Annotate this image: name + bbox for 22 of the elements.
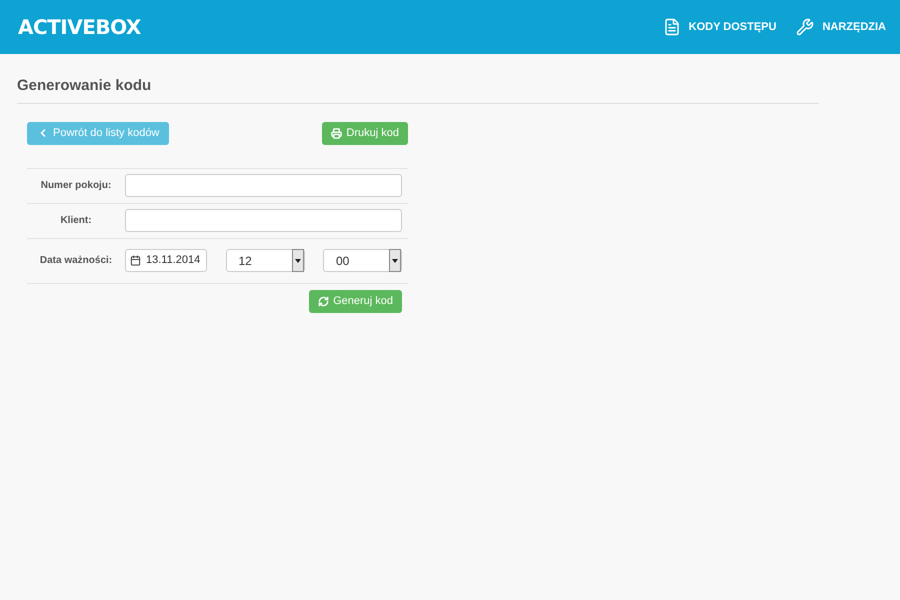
generate-button[interactable]: Generuj kod	[309, 290, 402, 312]
nav-link[interactable]: NARZĘDZIA	[796, 18, 886, 36]
wrench-icon	[796, 18, 814, 36]
hour-select[interactable]: 12	[226, 249, 304, 272]
date-field[interactable]: 13.11.2014	[125, 249, 207, 272]
caret-icon	[389, 249, 401, 272]
field-label: Numer pokoju:	[40, 179, 112, 193]
minute-select[interactable]: 00	[323, 249, 402, 272]
caret-icon	[292, 249, 304, 272]
refresh-icon	[318, 296, 330, 306]
document-icon	[662, 18, 681, 36]
text-field[interactable]	[125, 209, 402, 232]
back-button[interactable]: Powrót do listy kodów	[27, 122, 170, 144]
nav-link[interactable]: KODY DOSTĘPU	[662, 18, 776, 36]
logo: ACTIVEBOX	[18, 14, 141, 41]
field-label: Data ważności:	[38, 254, 114, 268]
calendar-icon	[130, 255, 141, 266]
page-title: Generowanie kodu	[17, 76, 152, 96]
field-label: Klient:	[59, 214, 93, 228]
printer-icon	[331, 128, 342, 138]
print-button[interactable]: Drukuj kod	[322, 122, 408, 144]
text-field[interactable]	[125, 174, 402, 197]
